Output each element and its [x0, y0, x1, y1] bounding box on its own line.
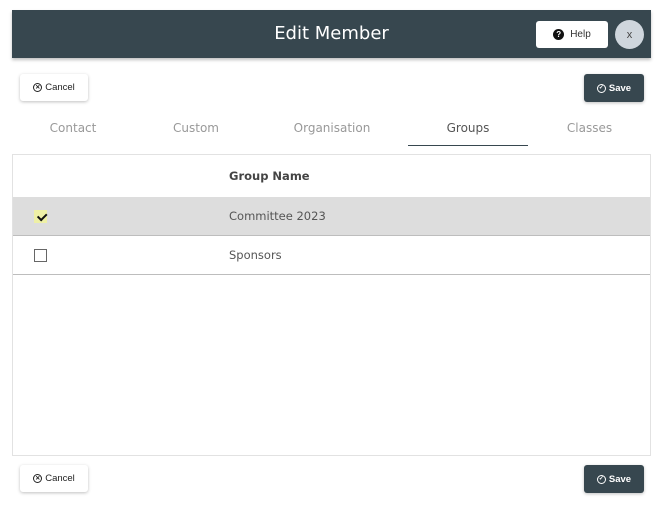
close-icon: x [626, 28, 633, 41]
dialog-header: Edit Member ? Help x [12, 10, 651, 58]
cancel-label: Cancel [45, 473, 75, 484]
row-checkbox[interactable] [34, 249, 47, 262]
close-button[interactable]: x [615, 20, 644, 49]
save-button-top[interactable]: ✓ Save [584, 74, 644, 102]
cancel-button-bottom[interactable]: ✕ Cancel [20, 465, 88, 492]
x-circle-icon: ✕ [33, 83, 43, 92]
save-button-bottom[interactable]: ✓ Save [584, 465, 644, 493]
row-checkbox[interactable] [34, 210, 47, 223]
tab-custom[interactable]: Custom [134, 113, 258, 146]
help-button[interactable]: ? Help [536, 21, 608, 48]
save-label: Save [608, 82, 632, 94]
check-circle-icon: ✓ [596, 474, 606, 484]
groups-table: Group Name Committee 2023 Sponsors [12, 154, 651, 456]
help-label: Help [570, 29, 591, 40]
tab-groups[interactable]: Groups [408, 113, 528, 146]
tab-classes[interactable]: Classes [528, 113, 651, 146]
table-row[interactable]: Committee 2023 [13, 197, 650, 236]
cancel-button-top[interactable]: ✕ Cancel [20, 74, 88, 101]
save-label: Save [608, 473, 632, 485]
group-name: Sponsors [229, 248, 282, 262]
tab-organisation[interactable]: Organisation [258, 113, 406, 146]
tab-bar: Contact Custom Organisation Groups Class… [12, 113, 651, 146]
x-circle-icon: ✕ [33, 474, 43, 483]
tab-contact[interactable]: Contact [12, 113, 134, 146]
check-circle-icon: ✓ [596, 83, 606, 93]
question-circle-icon: ? [553, 29, 565, 40]
table-row[interactable]: Sponsors [13, 236, 650, 275]
column-header-group-name: Group Name [229, 169, 310, 183]
group-name: Committee 2023 [229, 209, 326, 223]
cancel-label: Cancel [45, 82, 75, 93]
